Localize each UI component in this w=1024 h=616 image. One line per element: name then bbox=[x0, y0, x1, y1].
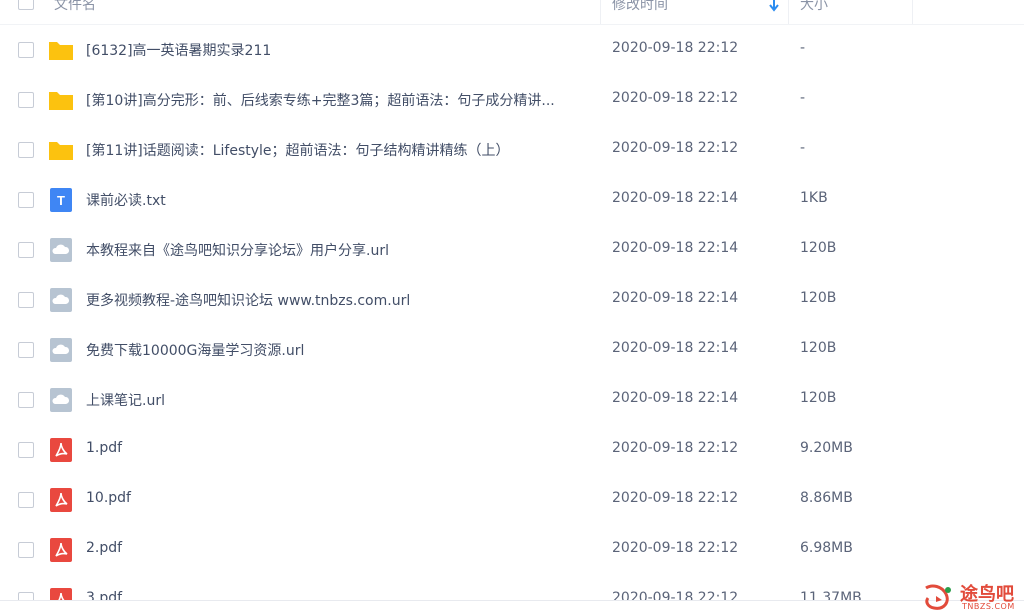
file-row[interactable]: [6132]高一英语暑期实录211 2020-09-18 22:12 - bbox=[0, 25, 1024, 75]
file-size: 1KB bbox=[800, 190, 828, 206]
link-file-icon bbox=[48, 287, 74, 313]
file-row[interactable]: T 课前必读.txt 2020-09-18 22:14 1KB bbox=[0, 175, 1024, 225]
pdf-file-icon bbox=[48, 487, 74, 513]
file-modified-time: 2020-09-18 22:14 bbox=[612, 390, 739, 406]
file-name[interactable]: 1.pdf bbox=[86, 440, 586, 456]
file-modified-time: 2020-09-18 22:12 bbox=[612, 90, 739, 106]
file-name[interactable]: 10.pdf bbox=[86, 490, 586, 506]
folder-icon bbox=[48, 87, 74, 113]
file-name[interactable]: 上课笔记.url bbox=[86, 390, 586, 410]
bird-logo-icon bbox=[925, 584, 951, 610]
file-size: 120B bbox=[800, 390, 837, 406]
row-checkbox[interactable] bbox=[18, 192, 34, 208]
file-list: [6132]高一英语暑期实录211 2020-09-18 22:12- [第10讲]… bbox=[0, 25, 1024, 616]
row-checkbox[interactable] bbox=[18, 492, 34, 508]
file-row[interactable]: [第11讲]话题阅读：Lifestyle；超前语法：句子结构精讲精练（上） 202… bbox=[0, 125, 1024, 175]
file-row[interactable]: [第10讲]高分完形：前、后线索专练+完整3篇；超前语法：句子成分精讲... 20… bbox=[0, 75, 1024, 125]
file-modified-time: 2020-09-18 22:12 bbox=[612, 40, 739, 56]
file-modified-time: 2020-09-18 22:14 bbox=[612, 340, 739, 356]
list-header: 文件名 修改时间 大小 bbox=[0, 0, 1024, 25]
file-row[interactable]: 更多视频教程-途鸟吧知识论坛 www.tnbzs.com.url 2020-09-… bbox=[0, 275, 1024, 325]
file-row[interactable]: 1.pdf 2020-09-18 22:12 9.20MB bbox=[0, 425, 1024, 475]
file-size: 6.98MB bbox=[800, 540, 853, 556]
file-size: - bbox=[800, 140, 806, 156]
file-size: 120B bbox=[800, 240, 837, 256]
row-checkbox[interactable] bbox=[18, 242, 34, 258]
row-checkbox[interactable] bbox=[18, 292, 34, 308]
file-name[interactable]: 免费下载10000G海量学习资源.url bbox=[86, 340, 586, 360]
row-checkbox[interactable] bbox=[18, 542, 34, 558]
link-file-icon bbox=[48, 237, 74, 263]
column-divider[interactable] bbox=[788, 0, 789, 24]
file-size: - bbox=[800, 90, 806, 106]
file-name[interactable]: 课前必读.txt bbox=[86, 190, 586, 210]
column-header-time[interactable]: 修改时间 bbox=[612, 0, 668, 14]
link-file-icon bbox=[48, 387, 74, 413]
pdf-file-icon bbox=[48, 537, 74, 563]
row-checkbox[interactable] bbox=[18, 92, 34, 108]
file-row[interactable]: 10.pdf 2020-09-18 22:12 8.86MB bbox=[0, 475, 1024, 525]
file-modified-time: 2020-09-18 22:14 bbox=[612, 290, 739, 306]
select-all-checkbox[interactable] bbox=[18, 0, 34, 10]
column-header-size[interactable]: 大小 bbox=[800, 0, 828, 14]
file-name[interactable]: [第10讲]高分完形：前、后线索专练+完整3篇；超前语法：句子成分精讲... bbox=[86, 90, 586, 110]
column-divider[interactable] bbox=[600, 0, 601, 24]
pdf-file-icon bbox=[48, 437, 74, 463]
watermark-subtext: TNBZS.COM bbox=[962, 602, 1015, 611]
row-checkbox[interactable] bbox=[18, 342, 34, 358]
file-modified-time: 2020-09-18 22:12 bbox=[612, 490, 739, 506]
row-checkbox[interactable] bbox=[18, 392, 34, 408]
column-divider[interactable] bbox=[912, 0, 913, 24]
arrow-down-icon[interactable] bbox=[768, 0, 780, 12]
file-name[interactable]: [6132]高一英语暑期实录211 bbox=[86, 40, 586, 60]
list-footer bbox=[0, 600, 1024, 616]
row-checkbox[interactable] bbox=[18, 442, 34, 458]
folder-icon bbox=[48, 137, 74, 163]
link-file-icon bbox=[48, 337, 74, 363]
file-modified-time: 2020-09-18 22:12 bbox=[612, 540, 739, 556]
row-checkbox[interactable] bbox=[18, 142, 34, 158]
file-row[interactable]: 本教程来自《途鸟吧知识分享论坛》用户分享.url 2020-09-18 22:14… bbox=[0, 225, 1024, 275]
file-name[interactable]: 更多视频教程-途鸟吧知识论坛 www.tnbzs.com.url bbox=[86, 290, 586, 310]
file-modified-time: 2020-09-18 22:14 bbox=[612, 240, 739, 256]
file-name[interactable]: 本教程来自《途鸟吧知识分享论坛》用户分享.url bbox=[86, 240, 586, 260]
column-header-name[interactable]: 文件名 bbox=[54, 0, 96, 14]
file-modified-time: 2020-09-18 22:12 bbox=[612, 440, 739, 456]
file-row[interactable]: 免费下载10000G海量学习资源.url 2020-09-18 22:14 120B bbox=[0, 325, 1024, 375]
row-checkbox[interactable] bbox=[18, 42, 34, 58]
txt-file-icon: T bbox=[48, 187, 74, 213]
svg-text:T: T bbox=[57, 193, 65, 208]
file-size: 120B bbox=[800, 340, 837, 356]
file-name[interactable]: 2.pdf bbox=[86, 540, 586, 556]
file-list-page: 文件名 修改时间 大小 [6132]高一英语暑期实录211 2020-09-18 … bbox=[0, 0, 1024, 616]
watermark-logo: 途鸟吧 TNBZS.COM bbox=[918, 578, 1022, 614]
file-size: 9.20MB bbox=[800, 440, 853, 456]
file-size: - bbox=[800, 40, 806, 56]
file-row[interactable]: 2.pdf 2020-09-18 22:12 6.98MB bbox=[0, 525, 1024, 575]
file-modified-time: 2020-09-18 22:12 bbox=[612, 140, 739, 156]
file-size: 8.86MB bbox=[800, 490, 853, 506]
folder-icon bbox=[48, 37, 74, 63]
file-name[interactable]: [第11讲]话题阅读：Lifestyle；超前语法：句子结构精讲精练（上） bbox=[86, 140, 586, 160]
file-modified-time: 2020-09-18 22:14 bbox=[612, 190, 739, 206]
file-row[interactable]: 上课笔记.url 2020-09-18 22:14 120B bbox=[0, 375, 1024, 425]
file-size: 120B bbox=[800, 290, 837, 306]
